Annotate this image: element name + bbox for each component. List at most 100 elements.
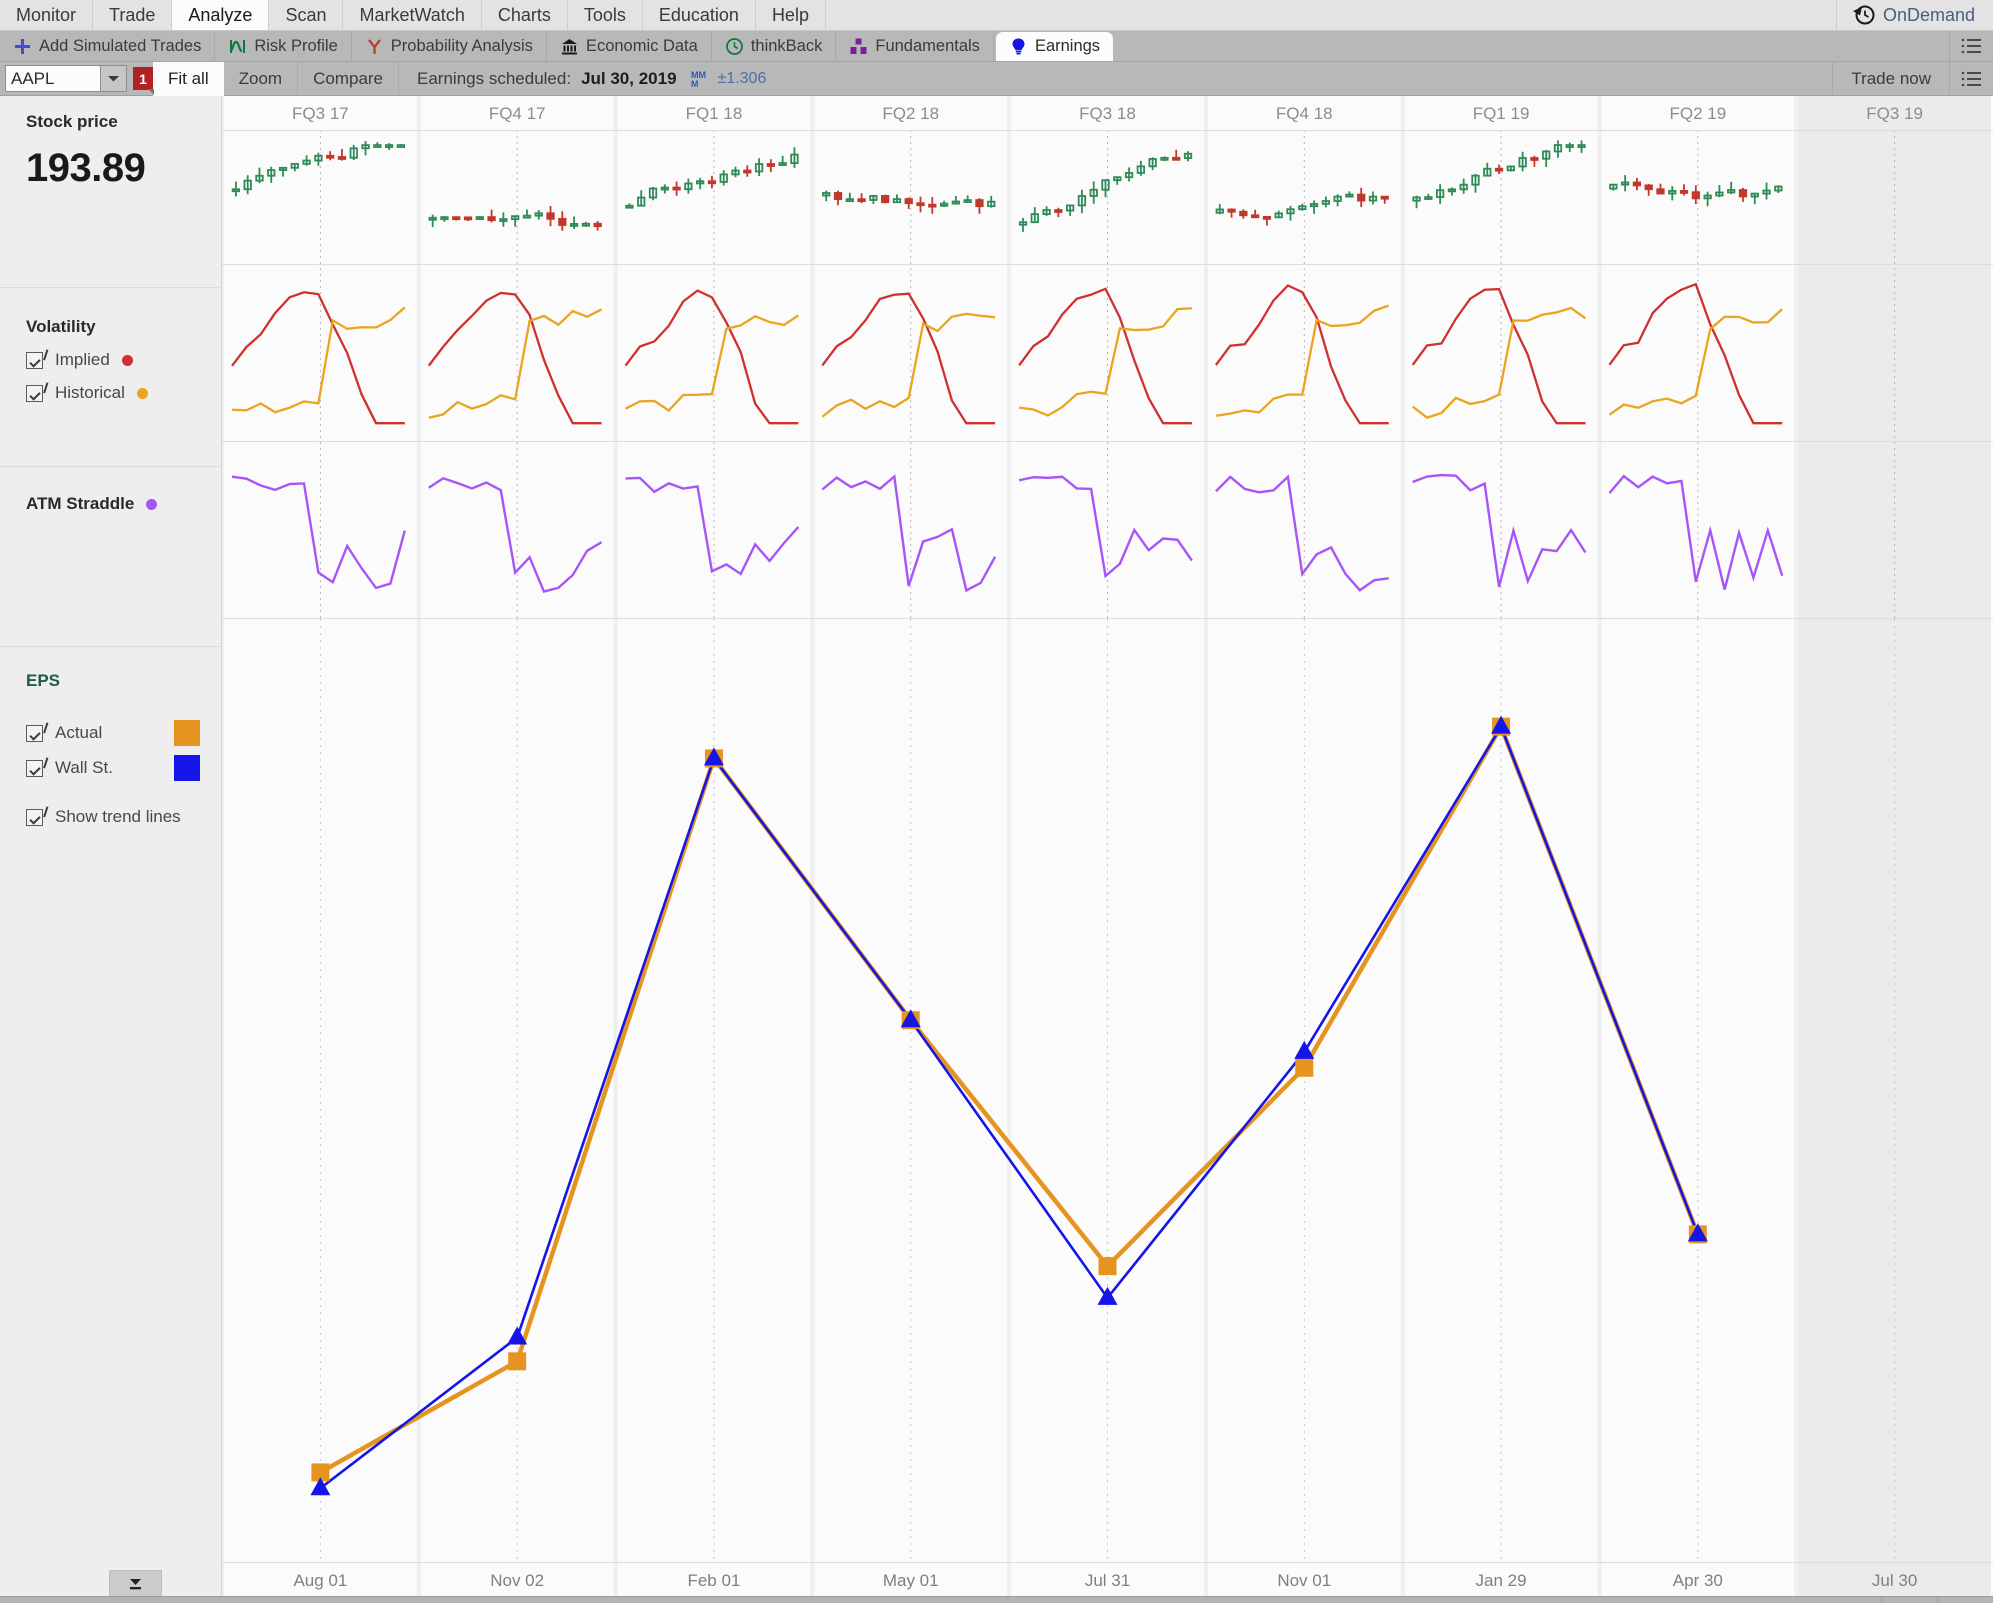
plus-icon xyxy=(13,37,32,56)
eps-wallst-color-swatch xyxy=(174,755,200,781)
implied-color-dot xyxy=(121,354,133,366)
subtab-probability-analysis[interactable]: Probability Analysis xyxy=(352,31,547,61)
eps-wallst-row[interactable]: Wall St. xyxy=(26,755,222,781)
sidebar-divider-2 xyxy=(0,466,222,467)
menu-item-monitor[interactable]: Monitor xyxy=(0,0,94,30)
symbol-input[interactable]: AAPL xyxy=(5,65,101,92)
subtab-label: Risk Profile xyxy=(254,36,338,55)
quarter-column[interactable] xyxy=(1798,96,1991,1596)
candlestick xyxy=(1494,167,1504,172)
historical-checkbox[interactable] xyxy=(26,384,43,402)
volatility-implied-row[interactable]: Implied xyxy=(26,350,222,370)
candlestick xyxy=(904,198,913,205)
candlestick xyxy=(833,192,843,201)
lightbulb-icon xyxy=(1009,37,1028,56)
candlestick xyxy=(558,217,567,226)
fit-all-button[interactable]: Fit all xyxy=(153,61,224,96)
candlestick xyxy=(452,216,461,221)
subtab-risk-profile[interactable]: Risk Profile xyxy=(215,31,352,61)
volatility-block: Volatility Implied Historical xyxy=(0,317,222,403)
eps-actual-marker[interactable] xyxy=(508,1352,527,1371)
eps-actual-checkbox[interactable] xyxy=(26,724,43,742)
implied-checkbox[interactable] xyxy=(26,351,43,369)
menu-item-analyze[interactable]: Analyze xyxy=(172,0,270,30)
quarter-column[interactable] xyxy=(1011,96,1204,1596)
status-bar: Order Entry Tools xyxy=(0,1596,1993,1603)
eps-block: EPS Actual Wall St. Show trend lines xyxy=(0,671,222,827)
main-menu-bar: Monitor Trade Analyze Scan MarketWatch C… xyxy=(0,0,1993,31)
zoom-button[interactable]: Zoom xyxy=(224,61,299,96)
earnings-charts-svg[interactable]: FQ3 17 Aug 01 FQ4 17 Nov 02 FQ1 18 Feb 01 FQ2 … xyxy=(222,96,1993,1596)
collapse-handle-icon[interactable] xyxy=(109,1570,162,1596)
candlestick xyxy=(487,216,496,222)
menu-item-scan[interactable]: Scan xyxy=(269,0,344,30)
date-axis-label: Jan 29 xyxy=(1476,1571,1527,1590)
bank-icon xyxy=(560,37,579,56)
candlestick xyxy=(1172,156,1181,161)
subtab-earnings[interactable]: Earnings xyxy=(995,32,1114,61)
quarter-column[interactable] xyxy=(420,96,614,1596)
subtab-fundamentals[interactable]: Fundamentals xyxy=(836,31,994,61)
compare-button[interactable]: Compare xyxy=(298,61,400,96)
menu-item-trade[interactable]: Trade xyxy=(93,0,173,30)
show-trend-lines-label: Show trend lines xyxy=(55,807,181,826)
menu-item-marketwatch[interactable]: MarketWatch xyxy=(343,0,482,30)
subtab-add-simulated-trades[interactable]: Add Simulated Trades xyxy=(0,31,216,61)
toolbar-hamburger-icon[interactable] xyxy=(1949,61,1993,96)
candlestick xyxy=(1239,210,1248,217)
subtab-thinkback[interactable]: thinkBack xyxy=(712,31,837,61)
menu-item-charts[interactable]: Charts xyxy=(482,0,568,30)
pin-icon[interactable] xyxy=(1937,1596,1993,1603)
eps-wallst-checkbox[interactable] xyxy=(26,759,43,777)
candlestick xyxy=(1227,208,1236,213)
eps-actual-marker[interactable] xyxy=(1295,1058,1314,1077)
candlestick xyxy=(463,216,473,221)
trade-now-button[interactable]: Trade now xyxy=(1832,61,1949,96)
sidebar-divider-3 xyxy=(0,646,222,647)
chevron-down-icon[interactable] xyxy=(101,65,127,92)
symbol-selector[interactable]: AAPL xyxy=(5,65,127,93)
atm-straddle-label: ATM Straddle xyxy=(26,494,135,513)
quarter-column[interactable] xyxy=(1601,96,1795,1596)
candlestick xyxy=(546,212,555,220)
earnings-scheduled-date: Jul 30, 2019 xyxy=(581,68,677,88)
subtab-economic-data[interactable]: Economic Data xyxy=(547,31,712,61)
menu-item-help[interactable]: Help xyxy=(756,0,826,30)
risk-profile-icon xyxy=(228,37,247,56)
stock-price-label: Stock price xyxy=(26,112,118,131)
menu-item-tools[interactable]: Tools xyxy=(568,0,643,30)
historical-color-dot xyxy=(136,387,148,399)
atm-straddle-block: ATM Straddle xyxy=(0,494,222,514)
eps-actual-marker[interactable] xyxy=(1098,1257,1117,1276)
ondemand-button[interactable]: OnDemand xyxy=(1837,0,1993,30)
candlestick xyxy=(707,180,717,185)
quarter-header-label: FQ3 17 xyxy=(292,104,349,123)
clock-icon xyxy=(725,37,744,56)
expected-move-value: ±1.306 xyxy=(717,69,767,87)
volatility-historical-row[interactable]: Historical xyxy=(26,383,222,403)
show-trend-lines-row[interactable]: Show trend lines xyxy=(26,807,222,827)
candlestick xyxy=(1250,214,1260,219)
candlestick xyxy=(975,199,984,208)
quarter-header-label: FQ1 19 xyxy=(1473,104,1530,123)
implied-label: Implied xyxy=(55,350,110,369)
eps-actual-row[interactable]: Actual xyxy=(26,720,222,746)
candlestick xyxy=(1357,193,1366,202)
symbol-count-badge[interactable]: 1 xyxy=(133,67,154,95)
quarter-header-label: FQ1 18 xyxy=(686,104,743,123)
quarter-header-label: FQ2 19 xyxy=(1669,104,1726,123)
ondemand-label: OnDemand xyxy=(1882,4,1975,25)
quarter-column[interactable] xyxy=(814,96,1008,1596)
show-trend-lines-checkbox[interactable] xyxy=(26,808,43,826)
subtab-hamburger-icon[interactable] xyxy=(1949,31,1993,61)
camera-icon[interactable] xyxy=(1881,1596,1937,1603)
quarter-column[interactable] xyxy=(1207,96,1401,1596)
menu-item-education[interactable]: Education xyxy=(643,0,756,30)
atm-straddle-color-dot xyxy=(146,498,158,510)
candlestick xyxy=(1530,157,1539,161)
quarter-header-label: FQ3 19 xyxy=(1866,104,1923,123)
candlestick xyxy=(916,202,925,207)
quarter-header-label: FQ4 18 xyxy=(1276,104,1333,123)
stock-price-block: Stock price 193.89 xyxy=(0,112,222,191)
candlestick xyxy=(326,154,335,159)
